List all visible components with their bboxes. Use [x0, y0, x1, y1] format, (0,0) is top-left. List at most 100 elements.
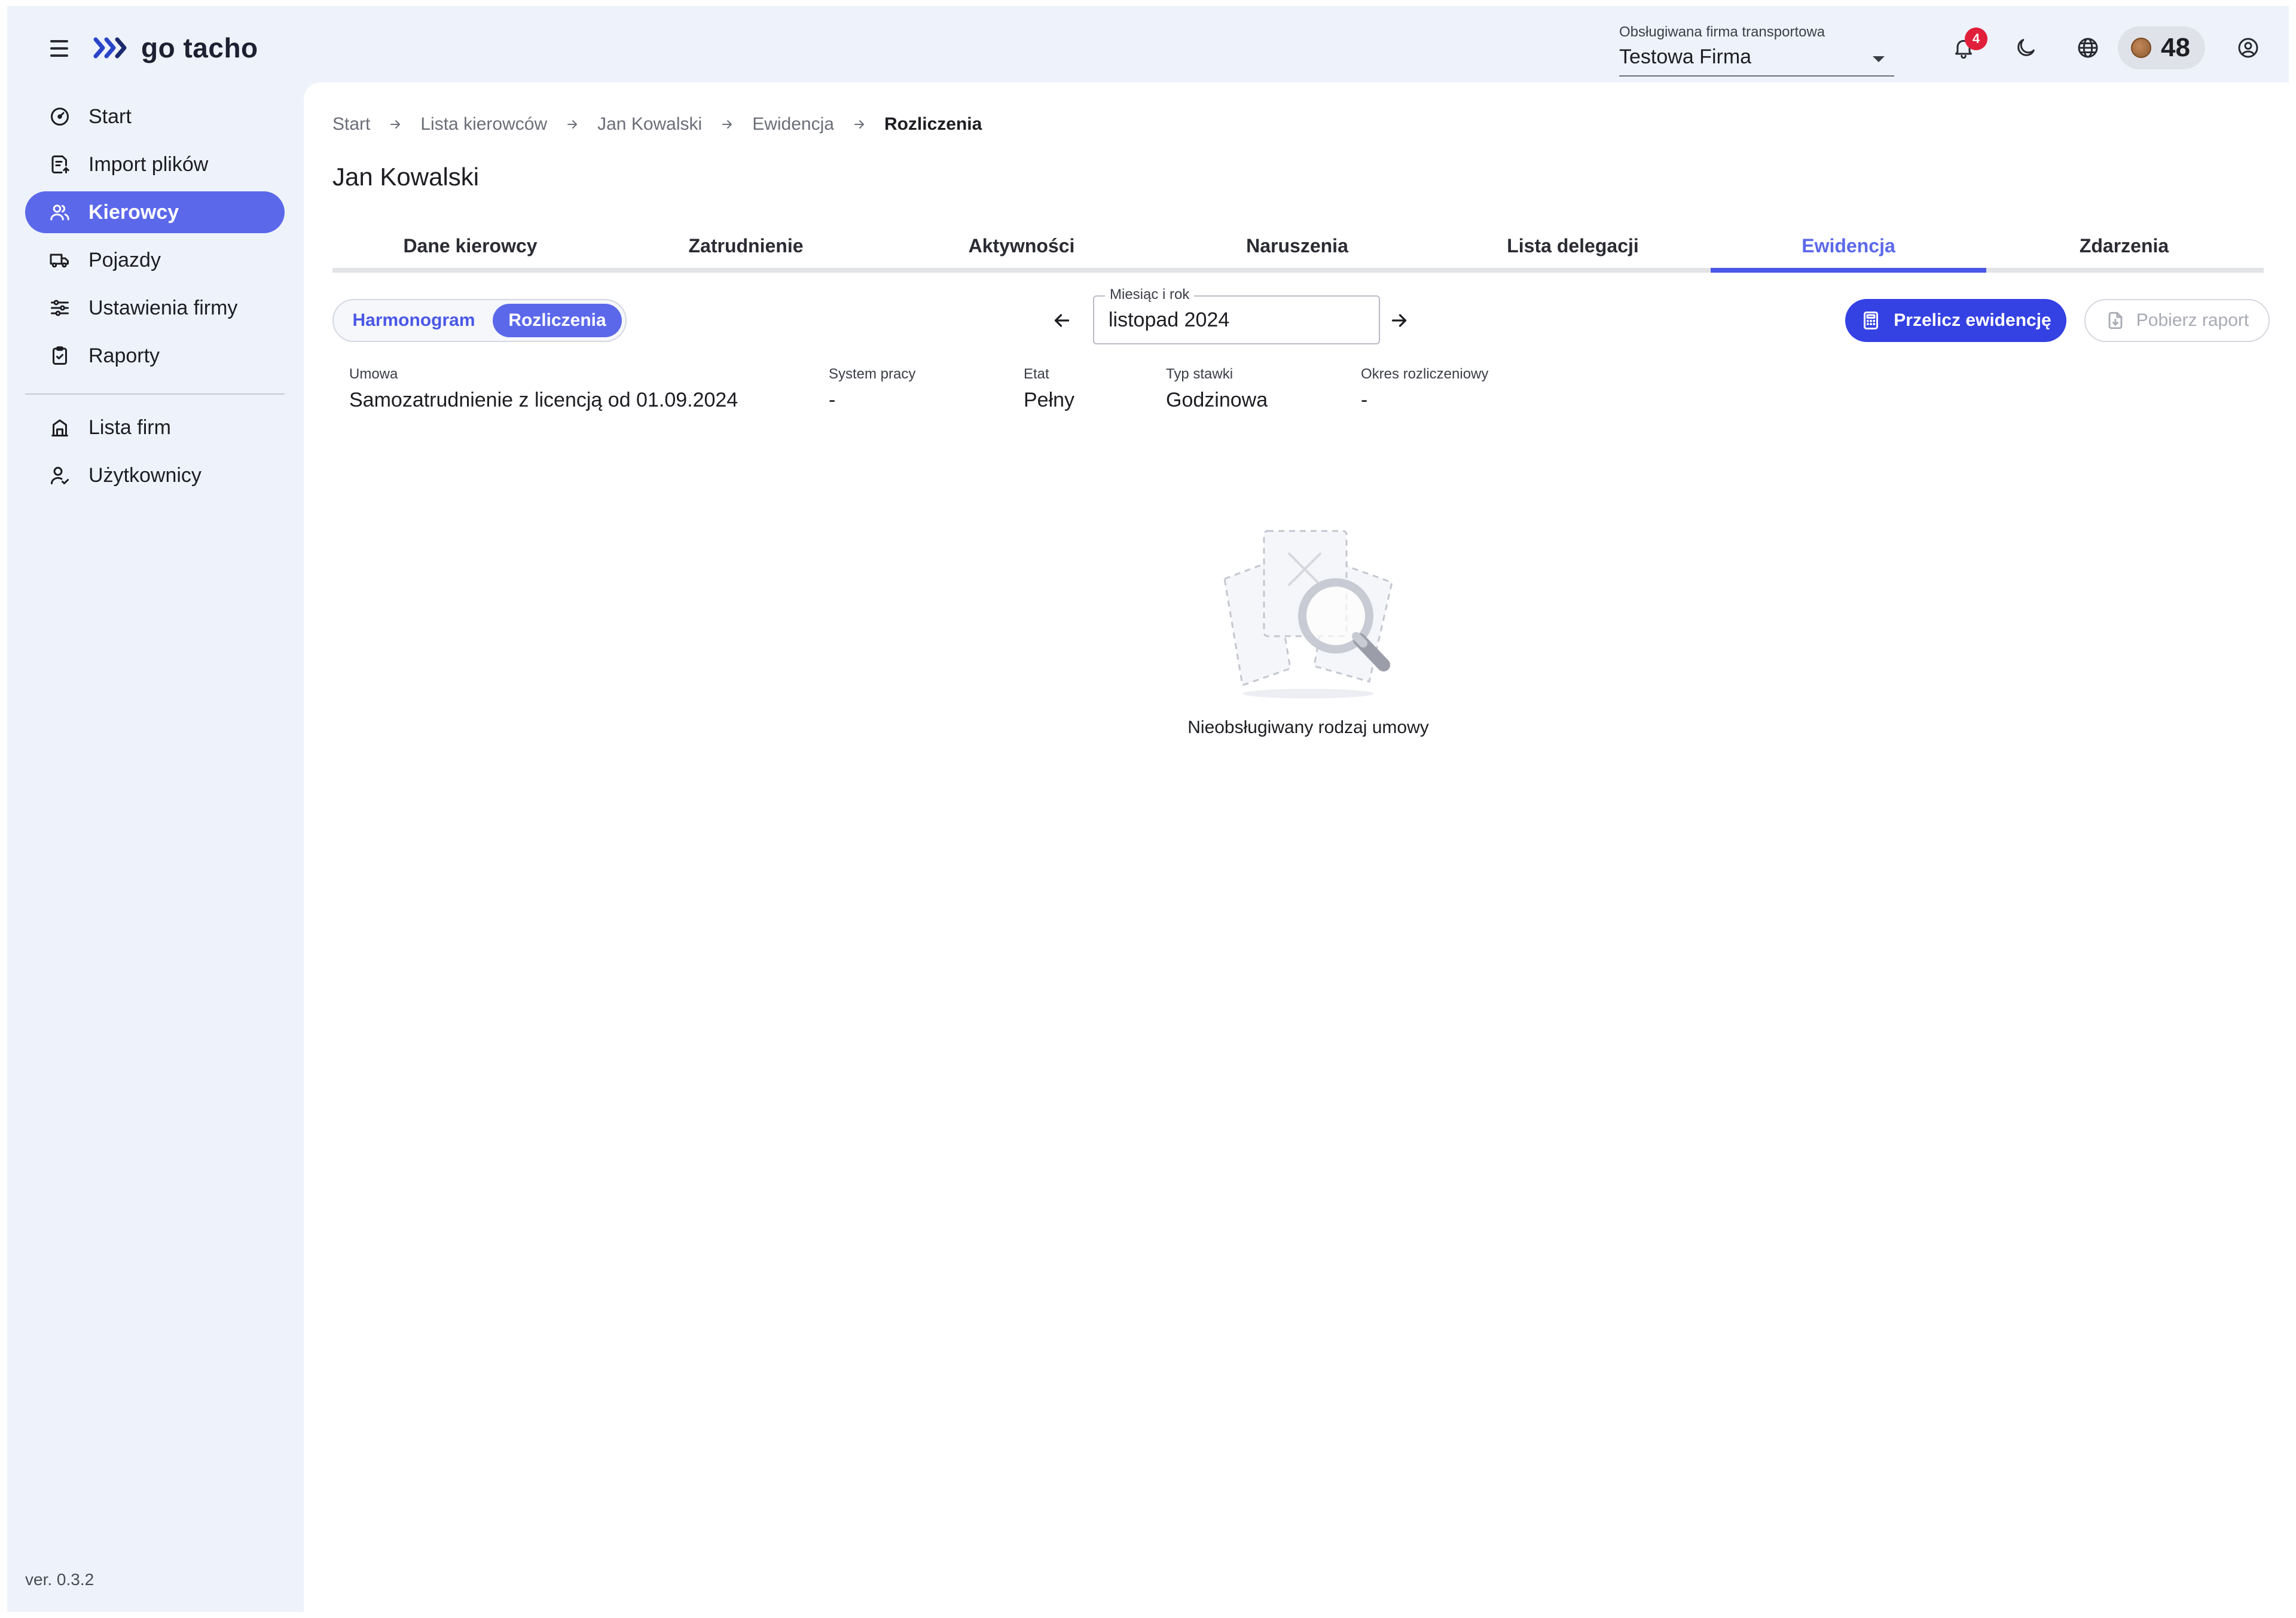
empty-state-message: Nieobsługiwany rodzaj umowy	[1187, 718, 1429, 737]
top-bar: go tacho Obsługiwana firma transportowa …	[7, 6, 2289, 83]
breadcrumb-item-driver-list[interactable]: Lista kierowców	[420, 114, 547, 135]
tab-employment[interactable]: Zatrudnienie	[608, 224, 884, 268]
sidebar-item-label: Import plików	[88, 152, 209, 176]
sidebar-item-company-list[interactable]: Lista firm	[25, 407, 285, 448]
view-toggle: Harmonogram Rozliczenia	[332, 299, 627, 342]
sidebar-item-label: Start	[88, 105, 132, 128]
sidebar-item-users[interactable]: Użytkownicy	[25, 454, 285, 496]
arrow-right-icon	[851, 116, 868, 133]
arrow-right-icon	[564, 116, 581, 133]
app-version: ver. 0.3.2	[25, 1570, 94, 1589]
sliders-icon	[48, 296, 72, 320]
arrow-right-icon	[719, 116, 735, 133]
user-check-icon	[48, 463, 72, 487]
globe-icon	[2078, 38, 2098, 58]
empty-search-illustration-icon	[1223, 530, 1393, 698]
coins-value: 48	[2161, 33, 2190, 62]
tab-activities[interactable]: Aktywności	[884, 224, 1159, 268]
contract-info-contract: Umowa Samozatrudnienie z licencją od 01.…	[349, 366, 738, 412]
notifications-badge: 4	[1965, 28, 1987, 50]
tab-events[interactable]: Zdarzenia	[1986, 224, 2262, 268]
tab-driver-data[interactable]: Dane kierowcy	[332, 224, 608, 268]
dashboard-icon	[48, 105, 72, 129]
calculator-icon	[1864, 312, 1879, 329]
breadcrumb-item-driver[interactable]: Jan Kowalski	[597, 114, 702, 135]
sidebar-item-vehicles[interactable]: Pojazdy	[25, 239, 285, 281]
company-selector-label: Obsługiwana firma transportowa	[1619, 24, 1825, 40]
month-year-picker[interactable]: Miesiąc i rok	[1093, 286, 1380, 344]
previous-month-button[interactable]	[1044, 303, 1080, 338]
contract-info-rate-type: Typ stawki Godzinowa	[1166, 366, 1268, 412]
download-report-button[interactable]: Pobierz raport	[2084, 299, 2270, 342]
breadcrumb-item-current: Rozliczenia	[884, 114, 982, 134]
recalculate-button[interactable]: Przelicz ewidencję	[1845, 299, 2066, 342]
sidebar: Start Import plików Kierowcy Pojazdy Ust…	[7, 83, 306, 1612]
sidebar-item-import[interactable]: Import plików	[25, 144, 285, 185]
company-selector-value: Testowa Firma	[1619, 45, 1752, 68]
sidebar-divider	[25, 393, 285, 395]
info-value: Godzinowa	[1166, 389, 1268, 411]
menu-icon-line	[50, 54, 68, 57]
clipboard-icon	[48, 344, 72, 368]
breadcrumb-item-records[interactable]: Ewidencja	[752, 114, 834, 135]
arrow-right-icon	[387, 116, 404, 133]
app-frame: go tacho Obsługiwana firma transportowa …	[7, 6, 2289, 1612]
next-month-button[interactable]	[1381, 303, 1417, 338]
menu-icon-line	[50, 47, 68, 50]
contract-info-settlement-period: Okres rozliczeniowy -	[1361, 366, 1488, 412]
info-value: -	[1361, 389, 1368, 411]
app-root: go tacho Obsługiwana firma transportowa …	[0, 0, 2296, 1618]
theme-toggle-button[interactable]	[2004, 26, 2047, 69]
tab-records[interactable]: Ewidencja	[1711, 224, 1986, 273]
sidebar-item-start[interactable]: Start	[25, 96, 285, 138]
sidebar-item-label: Raporty	[88, 344, 160, 367]
building-icon	[48, 416, 72, 439]
info-value: Samozatrudnienie z licencją od 01.09.202…	[349, 389, 738, 411]
info-label: Okres rozliczeniowy	[1361, 366, 1489, 382]
coins-balance[interactable]: 48	[2118, 26, 2205, 69]
truck-icon	[48, 248, 72, 272]
tab-delegations[interactable]: Lista delegacji	[1435, 224, 1711, 268]
sidebar-item-label: Pojazdy	[88, 248, 161, 271]
month-year-label: Miesiąc i rok	[1105, 286, 1195, 303]
file-download-icon	[2108, 312, 2123, 329]
arrow-left-icon	[1054, 314, 1070, 327]
caret-down-icon	[1873, 56, 1885, 62]
info-label: System pracy	[829, 366, 916, 382]
toggle-settlements[interactable]: Rozliczenia	[493, 304, 622, 337]
coin-icon	[2131, 38, 2151, 58]
contract-info-employment-rate: Etat Pełny	[1024, 366, 1074, 412]
menu-toggle-button[interactable]	[43, 32, 75, 65]
language-button[interactable]	[2066, 26, 2109, 69]
info-value: Pełny	[1024, 389, 1075, 411]
info-label: Typ stawki	[1166, 366, 1234, 382]
account-button[interactable]	[2227, 26, 2270, 69]
driver-tabs: Dane kierowcy Zatrudnienie Aktywności Na…	[332, 224, 2264, 273]
info-label: Umowa	[349, 366, 398, 382]
breadcrumb-item-start[interactable]: Start	[332, 114, 370, 135]
notifications-button[interactable]: 4	[1942, 26, 1987, 69]
info-value: -	[829, 389, 836, 411]
logo-chevrons-icon	[93, 37, 127, 59]
recalculate-label: Przelicz ewidencję	[1894, 310, 2051, 330]
info-label: Etat	[1024, 366, 1049, 382]
month-year-input[interactable]	[1109, 306, 1366, 334]
sidebar-item-label: Kierowcy	[88, 200, 179, 224]
sidebar-item-label: Ustawienia firmy	[88, 296, 238, 319]
moon-icon	[2017, 39, 2035, 56]
sidebar-item-drivers[interactable]: Kierowcy	[25, 191, 285, 233]
toggle-schedule[interactable]: Harmonogram	[337, 304, 490, 337]
app-logo[interactable]: go tacho	[93, 30, 258, 66]
breadcrumb: Start Lista kierowców Jan Kowalski Ewide…	[332, 112, 982, 136]
main-content: Start Lista kierowców Jan Kowalski Ewide…	[304, 83, 2289, 1612]
file-import-icon	[48, 152, 72, 176]
logo-text: go tacho	[141, 32, 258, 63]
tab-violations[interactable]: Naruszenia	[1159, 224, 1435, 268]
company-selector[interactable]: Obsługiwana firma transportowa Testowa F…	[1619, 20, 1894, 77]
sidebar-item-reports[interactable]: Raporty	[25, 335, 285, 377]
users-icon	[48, 200, 72, 224]
contract-info-work-system: System pracy -	[829, 366, 915, 412]
arrow-right-icon	[1391, 314, 1407, 327]
sidebar-item-company-settings[interactable]: Ustawienia firmy	[25, 287, 285, 329]
menu-icon-line	[50, 40, 68, 42]
